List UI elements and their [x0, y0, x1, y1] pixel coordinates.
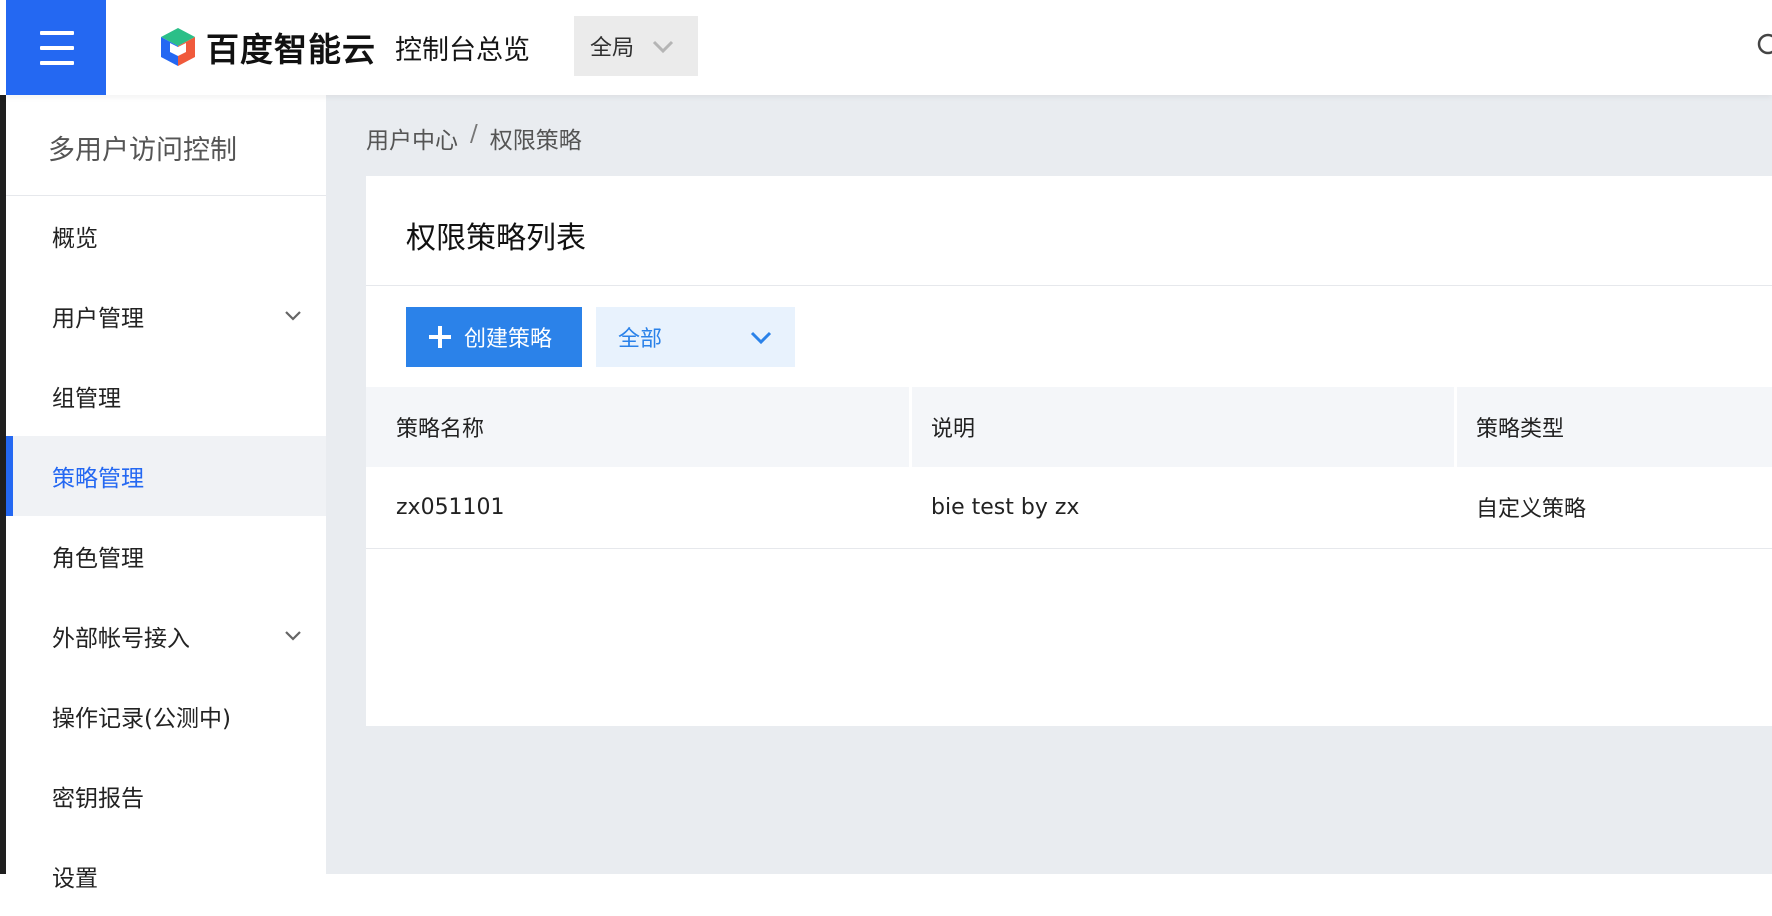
policy-type-filter-select[interactable]: 全部	[596, 307, 795, 367]
breadcrumb-current: 权限策略	[489, 128, 582, 154]
baidu-cloud-logo-icon	[161, 28, 195, 66]
sidebar-item-overview[interactable]: 概览	[6, 196, 326, 276]
create-policy-button[interactable]: 创建策略	[406, 307, 582, 367]
sidebar: 多用户访问控制 概览 用户管理 组管理 策略管理 角色管理 外部帐号接入 操作记…	[6, 95, 326, 892]
sidebar-item-policy-management[interactable]: 策略管理	[6, 436, 326, 516]
sidebar-item-key-report[interactable]: 密钥报告	[6, 756, 326, 836]
policy-list-card: 权限策略列表 创建策略 全部 策略名称 说明 策略类型 zx051101 bie…	[366, 176, 1772, 726]
column-header-policy-name[interactable]: 策略名称	[396, 387, 484, 467]
column-divider	[909, 387, 912, 467]
chevron-down-icon	[285, 631, 301, 641]
cell-policy-type: 自定义策略	[1476, 497, 1587, 522]
cell-description: bie test by zx	[931, 494, 1080, 520]
hamburger-menu-button[interactable]	[6, 0, 106, 95]
sidebar-item-settings[interactable]: 设置	[6, 836, 326, 916]
sidebar-item-user-management[interactable]: 用户管理	[6, 276, 326, 356]
sidebar-item-external-account[interactable]: 外部帐号接入	[6, 596, 326, 676]
breadcrumb-separator: /	[470, 121, 478, 147]
create-policy-label: 创建策略	[464, 327, 553, 352]
column-header-policy-type[interactable]: 策略类型	[1476, 387, 1564, 467]
sidebar-item-label: 外部帐号接入	[52, 626, 190, 652]
main-content: 用户中心 / 权限策略 权限策略列表 创建策略 全部 策略名称 说明 策略类型 …	[326, 95, 1772, 874]
search-icon[interactable]	[1756, 32, 1772, 62]
chevron-down-icon	[750, 331, 772, 345]
table-header: 策略名称 说明 策略类型	[366, 387, 1772, 467]
region-select-value: 全局	[590, 36, 635, 61]
plus-icon	[429, 326, 451, 348]
sidebar-item-label: 概览	[52, 226, 98, 252]
sidebar-item-label: 角色管理	[52, 546, 144, 572]
column-header-description: 说明	[931, 417, 976, 442]
sidebar-item-label: 组管理	[52, 386, 121, 412]
sidebar-item-label: 用户管理	[52, 306, 144, 332]
page-title: 权限策略列表	[366, 176, 1772, 286]
sidebar-item-label: 操作记录(公测中)	[52, 706, 231, 732]
region-select[interactable]: 全局	[574, 16, 698, 76]
sidebar-item-operation-log[interactable]: 操作记录(公测中)	[6, 676, 326, 756]
cell-policy-name[interactable]: zx051101	[396, 467, 505, 547]
brand-logo[interactable]: 百度智能云	[158, 24, 376, 70]
chevron-down-icon	[652, 40, 674, 54]
sidebar-title: 多用户访问控制	[6, 95, 326, 196]
sidebar-item-label: 策略管理	[52, 466, 144, 492]
logo-text: 百度智能云	[206, 30, 376, 69]
sidebar-item-label: 设置	[52, 866, 98, 892]
policy-table: 策略名称 说明 策略类型 zx051101 bie test by zx 自定义…	[366, 387, 1772, 549]
sidebar-item-group-management[interactable]: 组管理	[6, 356, 326, 436]
chevron-down-icon	[285, 311, 301, 321]
filter-select-value: 全部	[618, 327, 663, 352]
sidebar-item-role-management[interactable]: 角色管理	[6, 516, 326, 596]
column-divider	[1454, 387, 1457, 467]
breadcrumb-parent-link[interactable]: 用户中心	[366, 121, 458, 155]
top-header: 百度智能云 控制台总览 全局	[0, 0, 1772, 95]
table-row: zx051101 bie test by zx 自定义策略	[366, 467, 1772, 549]
toolbar: 创建策略 全部	[406, 307, 795, 367]
sidebar-item-label: 密钥报告	[52, 786, 144, 812]
console-overview-link[interactable]: 控制台总览	[395, 28, 530, 67]
breadcrumb: 用户中心 / 权限策略	[366, 121, 582, 155]
